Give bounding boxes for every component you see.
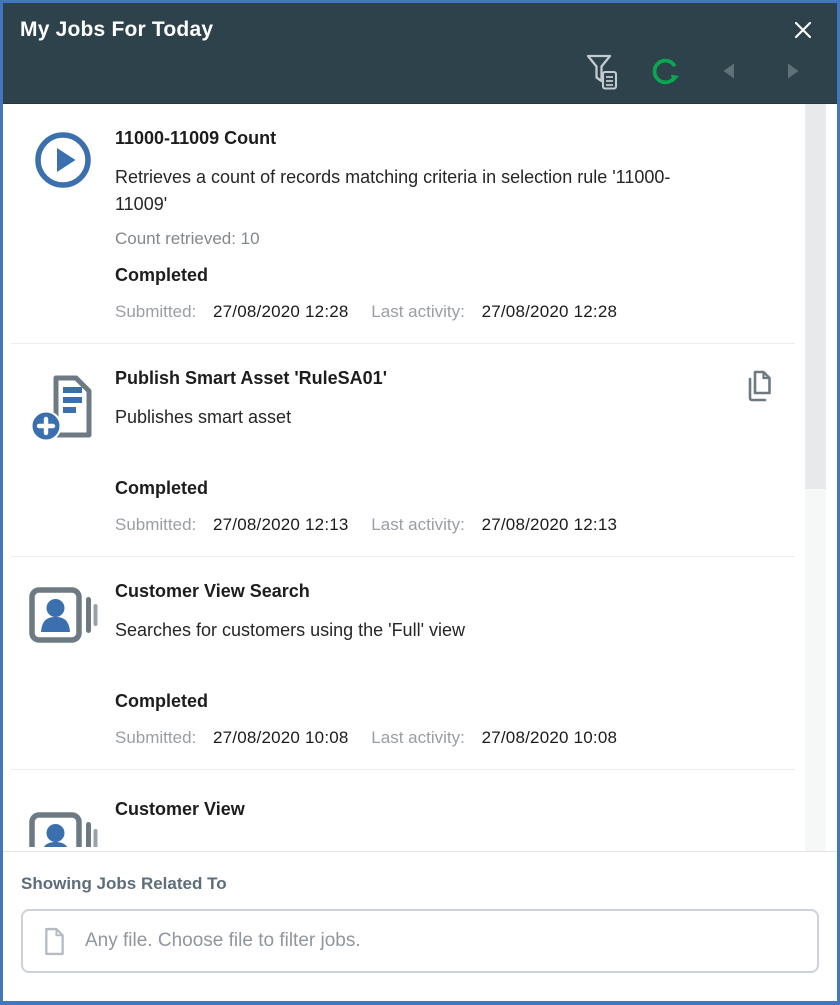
- filter-jobs-icon: [585, 53, 618, 90]
- titlebar: My Jobs For Today: [3, 3, 837, 104]
- close-button[interactable]: [789, 16, 817, 44]
- copy-icon: [744, 369, 774, 403]
- submitted-label: Submitted:: [115, 728, 196, 747]
- job-status: Completed: [115, 478, 723, 499]
- previous-page-button[interactable]: [711, 52, 747, 90]
- last-activity-label: Last activity:: [371, 302, 465, 321]
- job-status: Completed: [115, 265, 723, 286]
- next-page-button[interactable]: [775, 52, 811, 90]
- last-activity-label: Last activity:: [371, 728, 465, 747]
- file-filter-placeholder: Any file. Choose file to filter jobs.: [85, 930, 361, 952]
- last-activity-value: 27/08/2020 12:28: [482, 302, 618, 321]
- job-title: Customer View Search: [115, 581, 723, 602]
- refresh-button[interactable]: [647, 52, 683, 90]
- job-description: Searches for customers using the 'Full' …: [115, 617, 715, 644]
- job-meta: Submitted: 27/08/2020 12:13 Last activit…: [115, 515, 723, 556]
- filter-jobs-button[interactable]: [583, 52, 619, 90]
- job-item-customer-view-search[interactable]: Customer View Search Searches for custom…: [11, 557, 795, 770]
- last-activity-value: 27/08/2020 10:08: [482, 728, 618, 747]
- last-activity-value: 27/08/2020 12:13: [482, 515, 618, 534]
- submitted-value: 27/08/2020 12:28: [213, 302, 349, 321]
- job-result: [115, 442, 723, 468]
- job-title: Customer View: [115, 799, 723, 820]
- footer: Showing Jobs Related To Any file. Choose…: [3, 851, 837, 1001]
- job-description: Retrieves a count of records matching cr…: [115, 164, 715, 218]
- job-title: 11000-11009 Count: [115, 128, 723, 149]
- refresh-icon: [650, 56, 681, 87]
- job-result: Count retrieved: 10: [115, 229, 723, 255]
- job-list: 11000-11009 Count Retrieves a count of r…: [3, 104, 837, 851]
- submitted-value: 27/08/2020 12:13: [213, 515, 349, 534]
- job-title: Publish Smart Asset 'RuleSA01': [115, 368, 723, 389]
- publish-smart-asset-icon: [31, 371, 95, 443]
- copy-job-button[interactable]: [744, 369, 774, 403]
- scrollbar-track[interactable]: [805, 104, 826, 851]
- scrollbar-thumb[interactable]: [805, 104, 826, 489]
- job-result: [115, 655, 723, 681]
- job-meta: Submitted: 27/08/2020 12:28 Last activit…: [115, 302, 723, 343]
- job-item-count[interactable]: 11000-11009 Count Retrieves a count of r…: [11, 104, 795, 344]
- previous-page-icon: [719, 61, 739, 81]
- submitted-label: Submitted:: [115, 302, 196, 321]
- job-meta: Submitted: 27/08/2020 10:08 Last activit…: [115, 728, 723, 769]
- my-jobs-panel: My Jobs For Today: [0, 0, 840, 1005]
- job-item-customer-view[interactable]: Customer View: [11, 770, 795, 847]
- next-page-icon: [783, 61, 803, 81]
- panel-title: My Jobs For Today: [20, 18, 213, 42]
- close-icon: [791, 18, 815, 42]
- submitted-label: Submitted:: [115, 515, 196, 534]
- toolbar: [3, 44, 837, 90]
- job-description: Publishes smart asset: [115, 404, 715, 431]
- submitted-value: 27/08/2020 10:08: [213, 728, 349, 747]
- run-count-icon: [34, 131, 92, 189]
- job-item-publish-smart-asset[interactable]: Publish Smart Asset 'RuleSA01' Publishes…: [11, 344, 795, 557]
- file-filter-input[interactable]: Any file. Choose file to filter jobs.: [21, 909, 819, 973]
- customer-view-search-icon: [28, 584, 98, 646]
- showing-jobs-related-to-label: Showing Jobs Related To: [21, 874, 819, 894]
- last-activity-label: Last activity:: [371, 515, 465, 534]
- file-icon: [43, 927, 66, 956]
- job-status: Completed: [115, 691, 723, 712]
- customer-view-icon: [28, 809, 98, 847]
